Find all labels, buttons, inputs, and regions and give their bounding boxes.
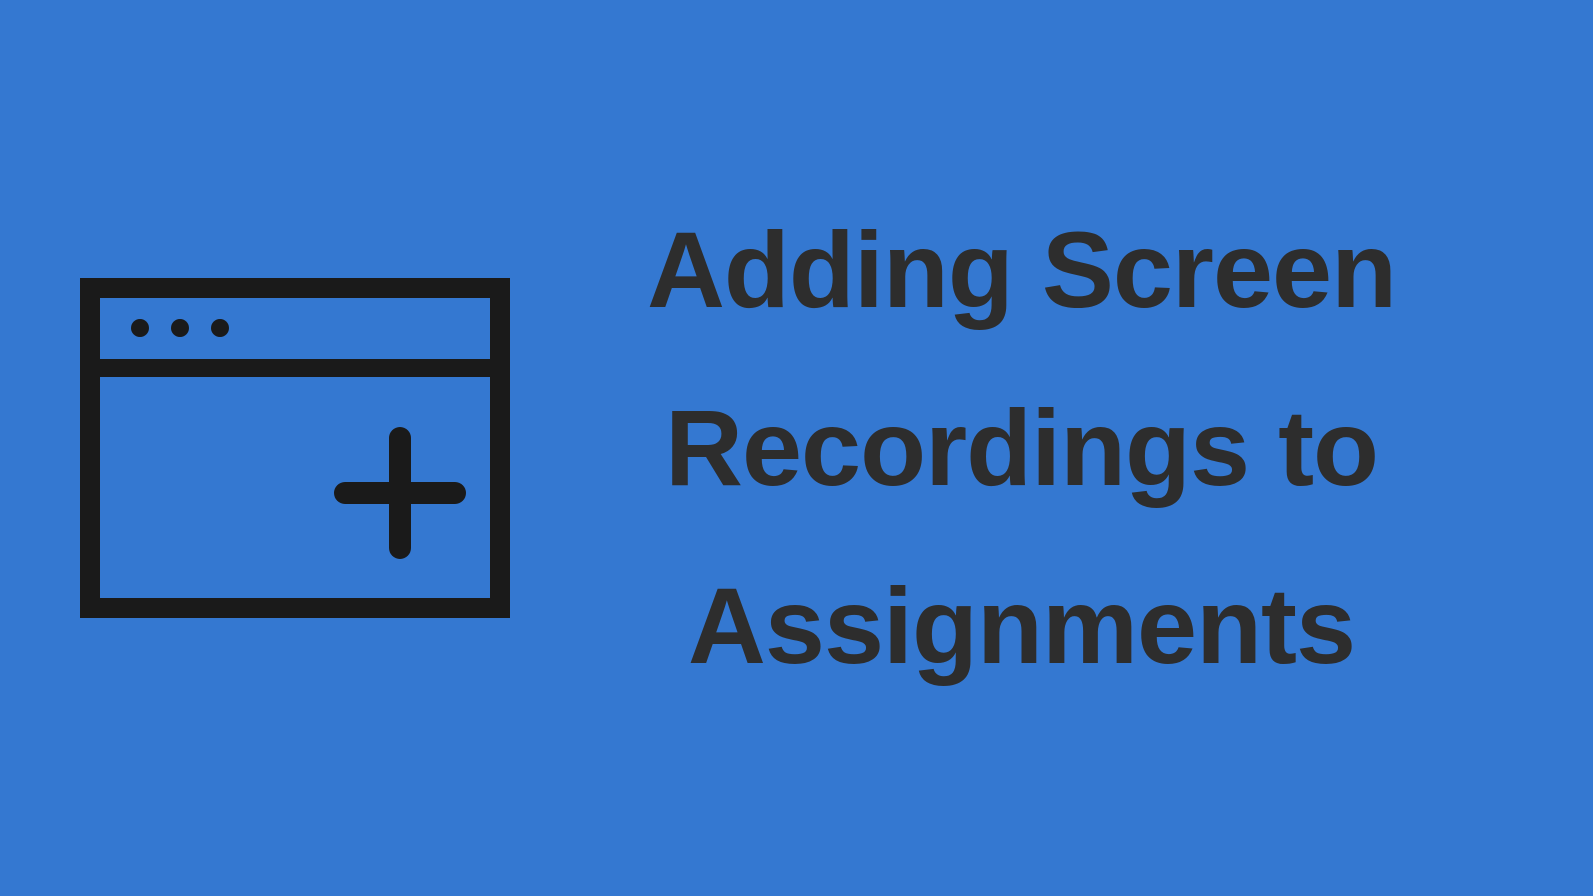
title-wrapper: Adding Screen Recordings to Assignments: [510, 181, 1593, 716]
slide-container: Adding Screen Recordings to Assignments: [0, 181, 1593, 716]
window-plus-icon: [80, 278, 510, 618]
slide-title: Adding Screen Recordings to Assignments: [510, 181, 1533, 716]
